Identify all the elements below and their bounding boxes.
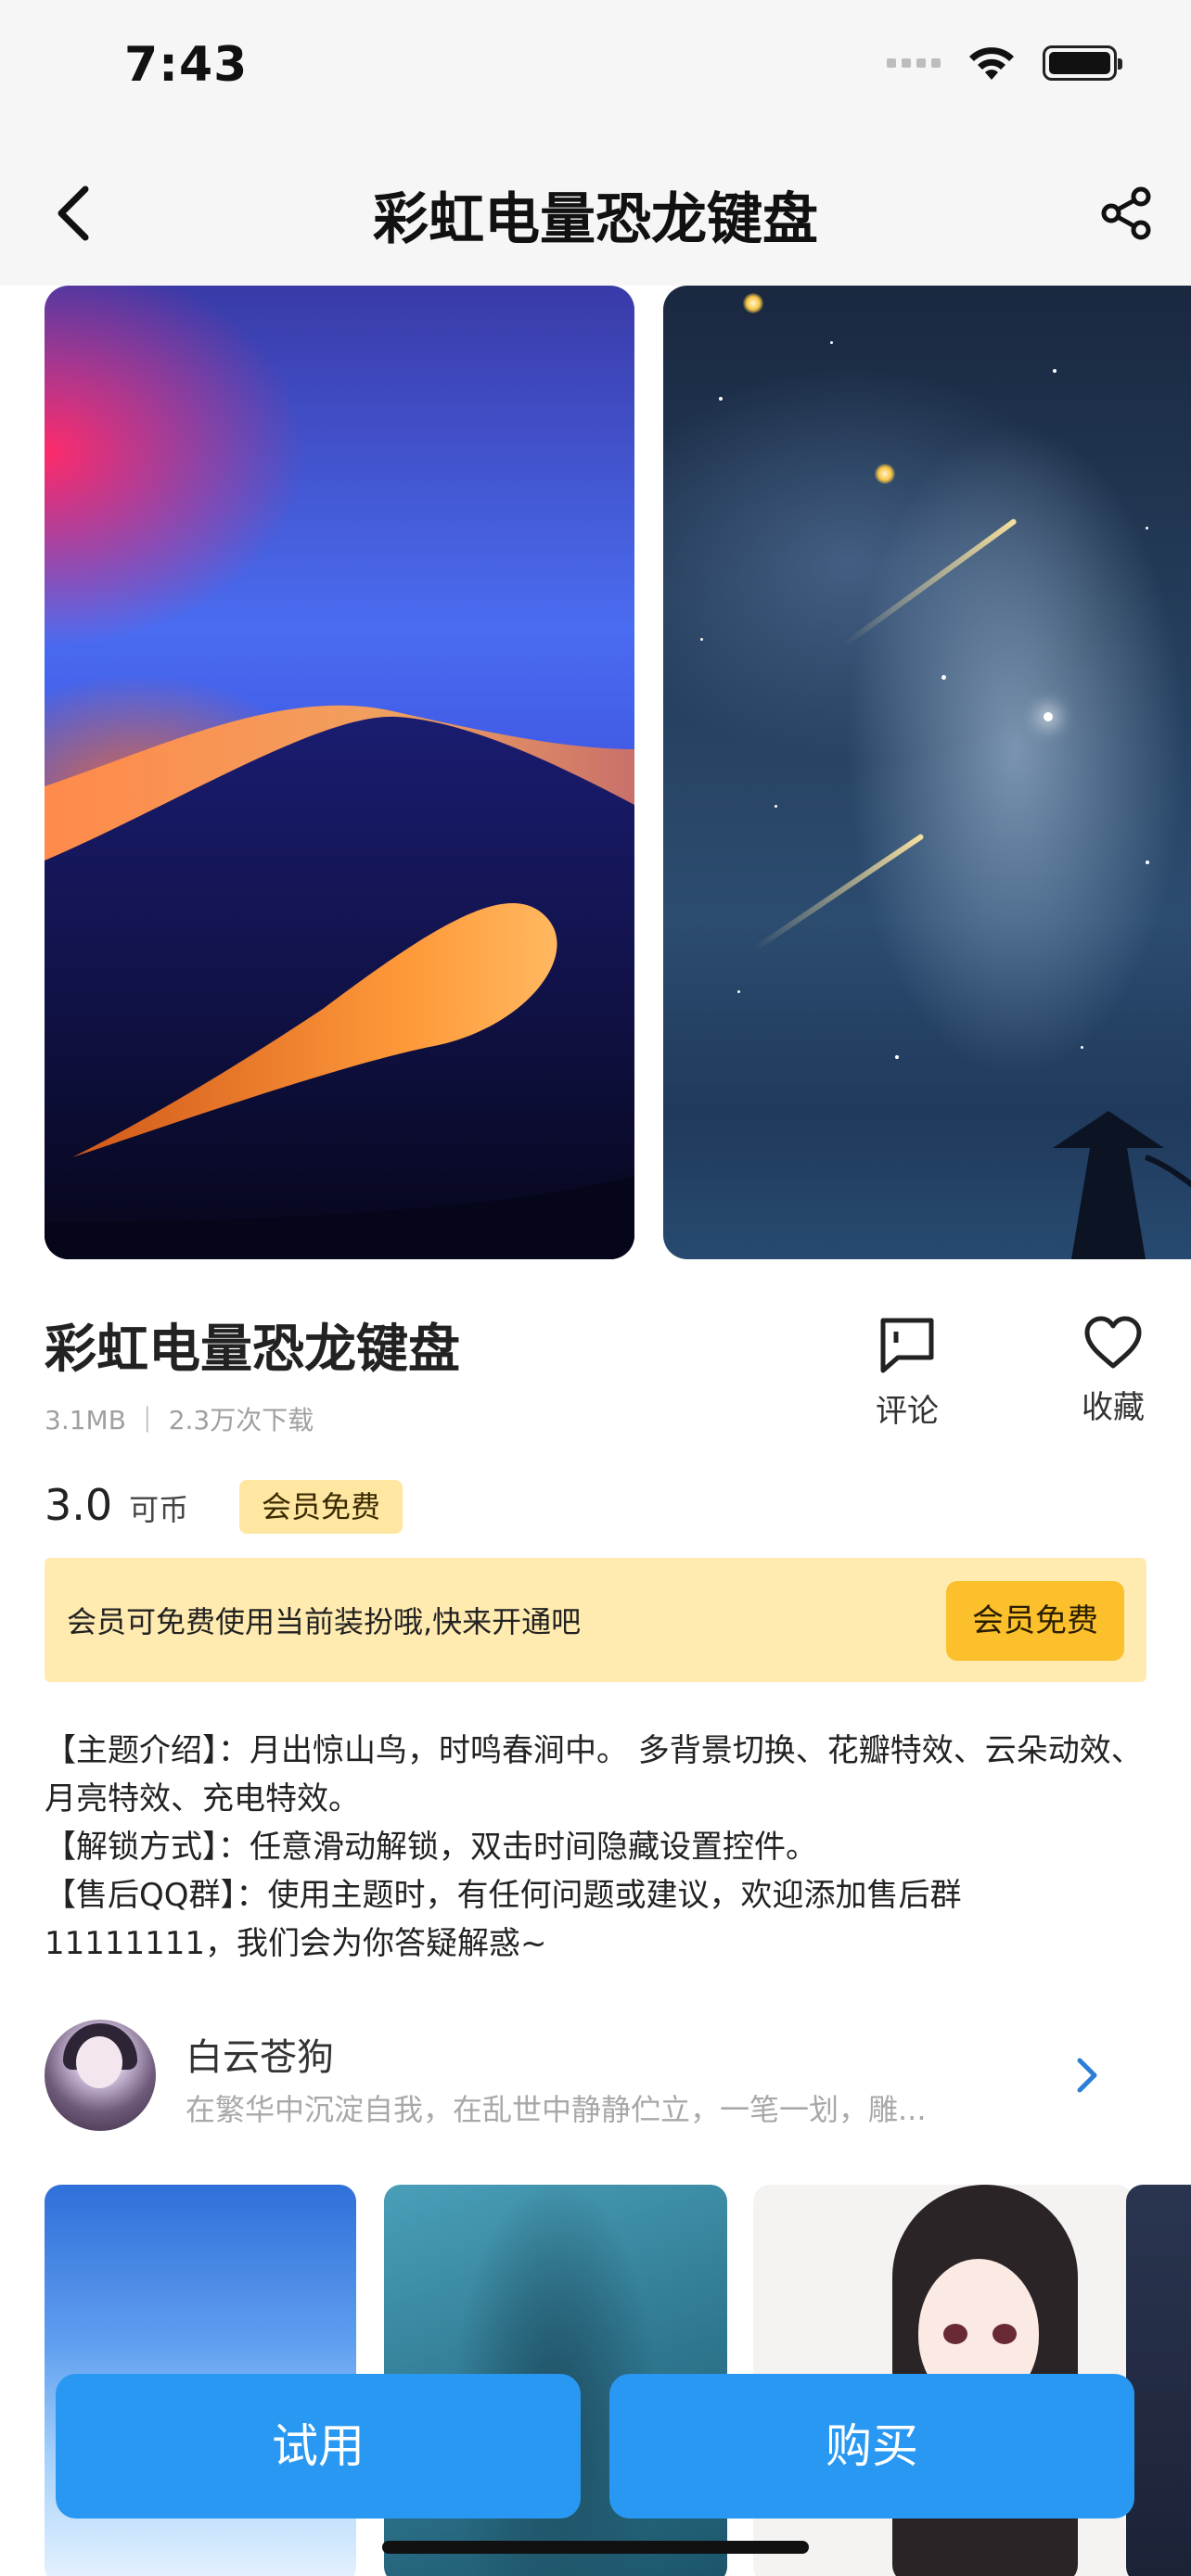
figure-silhouette	[1053, 1111, 1191, 1259]
comment-button[interactable]: 评论	[852, 1315, 963, 1431]
avatar	[45, 2020, 156, 2131]
share-icon	[1101, 186, 1151, 240]
signal-icon	[887, 58, 941, 68]
battery-icon	[1043, 45, 1122, 81]
status-icons	[887, 45, 1122, 82]
price-value: 3.0	[45, 1480, 113, 1530]
price: 3.0 可币	[45, 1480, 188, 1530]
vip-free-button[interactable]: 会员免费	[946, 1581, 1124, 1661]
favorite-button[interactable]: 收藏	[1057, 1315, 1169, 1427]
theme-name: 彩虹电量恐龙键盘	[45, 1320, 460, 1380]
favorite-label: 收藏	[1082, 1389, 1145, 1426]
page-title: 彩虹电量恐龙键盘	[373, 187, 818, 252]
preview-carousel[interactable]	[0, 286, 1191, 1261]
theme-description: 【主题介绍】：月出惊山鸟，时鸣春涧中。 多背景切换、花瓣特效、云朵动效、月亮特效…	[45, 1727, 1148, 1968]
theme-meta: 3.1MB ｜ 2.3万次下载	[45, 1405, 314, 1435]
comment-label: 评论	[876, 1393, 939, 1430]
wifi-icon	[969, 47, 1014, 80]
vip-free-tag: 会员免费	[239, 1480, 403, 1534]
preview-image-desert[interactable]	[45, 286, 634, 1259]
vip-banner-text: 会员可免费使用当前装扮哦,快来开通吧	[67, 1604, 582, 1639]
dune-illustration	[45, 705, 634, 1259]
heart-icon	[1084, 1316, 1142, 1369]
preview-image-starry-sky[interactable]	[663, 286, 1191, 1259]
nav-bar: 彩虹电量恐龙键盘	[0, 139, 1191, 286]
buy-button[interactable]: 购买	[609, 2374, 1134, 2519]
author-bio: 在繁华中沉淀自我，在乱世中静静伫立，一笔一划，雕...	[186, 2092, 927, 2127]
author-name: 白云苍狗	[186, 2036, 334, 2079]
chevron-right-icon	[1077, 2058, 1097, 2093]
status-bar: 7:43	[0, 0, 1191, 139]
comment-icon	[880, 1318, 934, 1373]
description-unlock: 【解锁方式】：任意滑动解锁，双击时间隐藏设置控件。	[45, 1829, 817, 1866]
status-time: 7:43	[124, 37, 249, 93]
try-button[interactable]: 试用	[56, 2374, 581, 2519]
description-support: 【售后QQ群】：使用主题时，有任何问题或建议，欢迎添加售后群11111111，我…	[45, 1877, 962, 1962]
author-row[interactable]: 白云苍狗 在繁华中沉淀自我，在乱世中静静伫立，一笔一划，雕...	[45, 2020, 1146, 2131]
share-button[interactable]	[1089, 176, 1163, 250]
price-unit: 可币	[129, 1492, 189, 1527]
related-theme-night[interactable]	[1126, 2185, 1191, 2576]
vip-banner: 会员可免费使用当前装扮哦,快来开通吧 会员免费	[45, 1558, 1146, 1682]
description-intro: 【主题介绍】：月出惊山鸟，时鸣春涧中。 多背景切换、花瓣特效、云朵动效、月亮特效…	[45, 1732, 1143, 1817]
home-indicator	[382, 2541, 809, 2554]
